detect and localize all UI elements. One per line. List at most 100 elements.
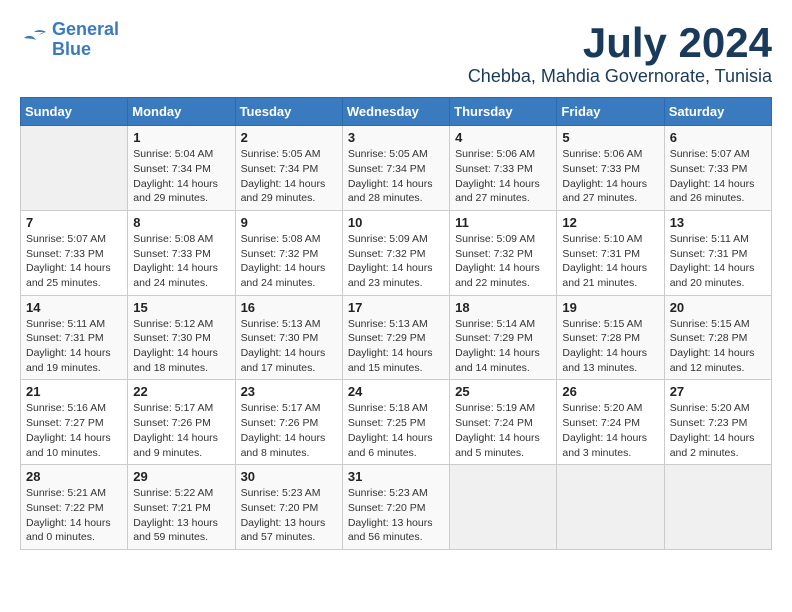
- day-number: 19: [562, 300, 658, 315]
- calendar-cell: [450, 465, 557, 550]
- day-info: Sunrise: 5:09 AM Sunset: 7:32 PM Dayligh…: [455, 232, 551, 291]
- day-info: Sunrise: 5:15 AM Sunset: 7:28 PM Dayligh…: [562, 317, 658, 376]
- day-info: Sunrise: 5:20 AM Sunset: 7:24 PM Dayligh…: [562, 401, 658, 460]
- calendar-cell: 2Sunrise: 5:05 AM Sunset: 7:34 PM Daylig…: [235, 126, 342, 211]
- day-info: Sunrise: 5:21 AM Sunset: 7:22 PM Dayligh…: [26, 486, 122, 545]
- calendar-cell: 29Sunrise: 5:22 AM Sunset: 7:21 PM Dayli…: [128, 465, 235, 550]
- day-info: Sunrise: 5:10 AM Sunset: 7:31 PM Dayligh…: [562, 232, 658, 291]
- day-number: 31: [348, 469, 444, 484]
- day-number: 28: [26, 469, 122, 484]
- weekday-header: Friday: [557, 98, 664, 126]
- calendar-week-row: 14Sunrise: 5:11 AM Sunset: 7:31 PM Dayli…: [21, 295, 772, 380]
- day-info: Sunrise: 5:12 AM Sunset: 7:30 PM Dayligh…: [133, 317, 229, 376]
- day-info: Sunrise: 5:23 AM Sunset: 7:20 PM Dayligh…: [348, 486, 444, 545]
- calendar-cell: 20Sunrise: 5:15 AM Sunset: 7:28 PM Dayli…: [664, 295, 771, 380]
- day-info: Sunrise: 5:16 AM Sunset: 7:27 PM Dayligh…: [26, 401, 122, 460]
- day-number: 15: [133, 300, 229, 315]
- day-number: 10: [348, 215, 444, 230]
- weekday-header: Tuesday: [235, 98, 342, 126]
- day-number: 26: [562, 384, 658, 399]
- calendar-cell: 3Sunrise: 5:05 AM Sunset: 7:34 PM Daylig…: [342, 126, 449, 211]
- day-number: 16: [241, 300, 337, 315]
- day-number: 22: [133, 384, 229, 399]
- calendar-cell: 8 Sunrise: 5:08 AM Sunset: 7:33 PM Daylig…: [128, 210, 235, 295]
- day-number: 23: [241, 384, 337, 399]
- calendar-cell: 14Sunrise: 5:11 AM Sunset: 7:31 PM Dayli…: [21, 295, 128, 380]
- location-title: Chebba, Mahdia Governorate, Tunisia: [468, 66, 772, 87]
- day-number: 25: [455, 384, 551, 399]
- day-info: Sunrise: 5:13 AM Sunset: 7:29 PM Dayligh…: [348, 317, 444, 376]
- day-info: Sunrise: 5:05 AM Sunset: 7:34 PM Dayligh…: [241, 147, 337, 206]
- day-number: 30: [241, 469, 337, 484]
- day-info: Sunrise: 5:11 AM Sunset: 7:31 PM Dayligh…: [670, 232, 766, 291]
- day-number: 29: [133, 469, 229, 484]
- day-number: 18: [455, 300, 551, 315]
- day-number: 14: [26, 300, 122, 315]
- day-info: Sunrise: 5:06 AM Sunset: 7:33 PM Dayligh…: [455, 147, 551, 206]
- day-info: Sunrise: 5:08 AM Sunset: 7:32 PM Dayligh…: [241, 232, 337, 291]
- calendar-cell: 23 Sunrise: 5:17 AM Sunset: 7:26 PM Dayli…: [235, 380, 342, 465]
- day-info: Sunrise: 5:09 AM Sunset: 7:32 PM Dayligh…: [348, 232, 444, 291]
- calendar-cell: 30 Sunrise: 5:23 AM Sunset: 7:20 PM Dayli…: [235, 465, 342, 550]
- day-info: Sunrise: 5:08 AM Sunset: 7:33 PM Dayligh…: [133, 232, 229, 291]
- logo: General Blue: [20, 20, 119, 60]
- day-number: 8: [133, 215, 229, 230]
- calendar-header-row: SundayMondayTuesdayWednesdayThursdayFrid…: [21, 98, 772, 126]
- day-info: Sunrise: 5:07 AM Sunset: 7:33 PM Dayligh…: [26, 232, 122, 291]
- calendar-cell: 18Sunrise: 5:14 AM Sunset: 7:29 PM Dayli…: [450, 295, 557, 380]
- day-number: 24: [348, 384, 444, 399]
- day-info: Sunrise: 5:20 AM Sunset: 7:23 PM Dayligh…: [670, 401, 766, 460]
- calendar-cell: [21, 126, 128, 211]
- day-number: 1: [133, 130, 229, 145]
- calendar-cell: 4 Sunrise: 5:06 AM Sunset: 7:33 PM Daylig…: [450, 126, 557, 211]
- calendar-cell: 15 Sunrise: 5:12 AM Sunset: 7:30 PM Dayli…: [128, 295, 235, 380]
- calendar-cell: 16 Sunrise: 5:13 AM Sunset: 7:30 PM Dayli…: [235, 295, 342, 380]
- day-number: 21: [26, 384, 122, 399]
- calendar-cell: 28 Sunrise: 5:21 AM Sunset: 7:22 PM Dayli…: [21, 465, 128, 550]
- calendar-cell: 21 Sunrise: 5:16 AM Sunset: 7:27 PM Dayli…: [21, 380, 128, 465]
- calendar-cell: 6 Sunrise: 5:07 AM Sunset: 7:33 PM Daylig…: [664, 126, 771, 211]
- day-number: 7: [26, 215, 122, 230]
- day-number: 12: [562, 215, 658, 230]
- day-info: Sunrise: 5:17 AM Sunset: 7:26 PM Dayligh…: [241, 401, 337, 460]
- day-info: Sunrise: 5:13 AM Sunset: 7:30 PM Dayligh…: [241, 317, 337, 376]
- day-number: 6: [670, 130, 766, 145]
- logo-icon: [20, 28, 48, 52]
- day-info: Sunrise: 5:04 AM Sunset: 7:34 PM Dayligh…: [133, 147, 229, 206]
- day-info: Sunrise: 5:07 AM Sunset: 7:33 PM Dayligh…: [670, 147, 766, 206]
- day-number: 17: [348, 300, 444, 315]
- calendar-cell: 17 Sunrise: 5:13 AM Sunset: 7:29 PM Dayli…: [342, 295, 449, 380]
- calendar-cell: [664, 465, 771, 550]
- calendar-cell: 11 Sunrise: 5:09 AM Sunset: 7:32 PM Dayli…: [450, 210, 557, 295]
- calendar-cell: 1 Sunrise: 5:04 AM Sunset: 7:34 PM Daylig…: [128, 126, 235, 211]
- calendar-cell: 19 Sunrise: 5:15 AM Sunset: 7:28 PM Dayli…: [557, 295, 664, 380]
- calendar-cell: 5 Sunrise: 5:06 AM Sunset: 7:33 PM Daylig…: [557, 126, 664, 211]
- day-info: Sunrise: 5:17 AM Sunset: 7:26 PM Dayligh…: [133, 401, 229, 460]
- weekday-header: Wednesday: [342, 98, 449, 126]
- title-block: July 2024 Chebba, Mahdia Governorate, Tu…: [468, 20, 772, 87]
- day-number: 13: [670, 215, 766, 230]
- calendar-cell: 25 Sunrise: 5:19 AM Sunset: 7:24 PM Dayli…: [450, 380, 557, 465]
- day-info: Sunrise: 5:19 AM Sunset: 7:24 PM Dayligh…: [455, 401, 551, 460]
- calendar-cell: 7 Sunrise: 5:07 AM Sunset: 7:33 PM Daylig…: [21, 210, 128, 295]
- day-info: Sunrise: 5:06 AM Sunset: 7:33 PM Dayligh…: [562, 147, 658, 206]
- weekday-header: Monday: [128, 98, 235, 126]
- calendar-cell: 22 Sunrise: 5:17 AM Sunset: 7:26 PM Dayli…: [128, 380, 235, 465]
- weekday-header: Sunday: [21, 98, 128, 126]
- calendar-cell: 9 Sunrise: 5:08 AM Sunset: 7:32 PM Daylig…: [235, 210, 342, 295]
- day-number: 11: [455, 215, 551, 230]
- weekday-header: Thursday: [450, 98, 557, 126]
- calendar-cell: 13 Sunrise: 5:11 AM Sunset: 7:31 PM Dayli…: [664, 210, 771, 295]
- calendar-week-row: 7 Sunrise: 5:07 AM Sunset: 7:33 PM Daylig…: [21, 210, 772, 295]
- day-info: Sunrise: 5:18 AM Sunset: 7:25 PM Dayligh…: [348, 401, 444, 460]
- calendar-week-row: 28 Sunrise: 5:21 AM Sunset: 7:22 PM Dayli…: [21, 465, 772, 550]
- calendar-cell: 26 Sunrise: 5:20 AM Sunset: 7:24 PM Dayli…: [557, 380, 664, 465]
- day-number: 5: [562, 130, 658, 145]
- day-number: 3: [348, 130, 444, 145]
- logo-text: General Blue: [52, 20, 119, 60]
- day-number: 9: [241, 215, 337, 230]
- day-info: Sunrise: 5:23 AM Sunset: 7:20 PM Dayligh…: [241, 486, 337, 545]
- day-info: Sunrise: 5:15 AM Sunset: 7:28 PM Dayligh…: [670, 317, 766, 376]
- day-number: 27: [670, 384, 766, 399]
- day-number: 4: [455, 130, 551, 145]
